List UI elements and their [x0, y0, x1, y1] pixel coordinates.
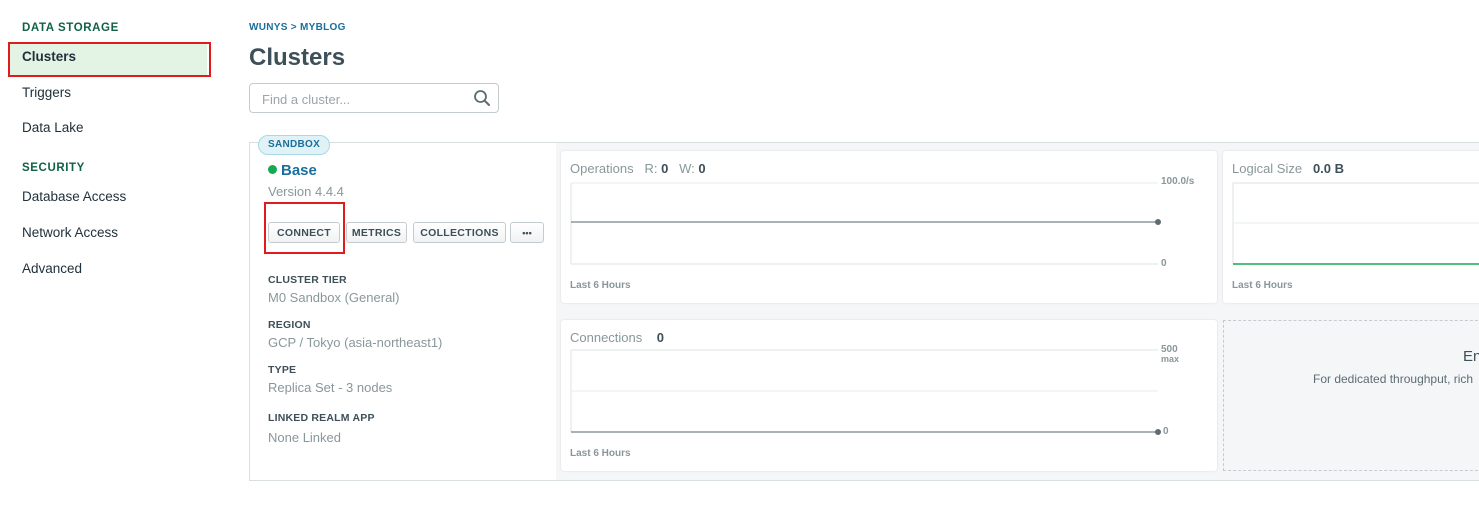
operations-y-max: 100.0/s [1161, 176, 1195, 187]
connections-series-point [1155, 429, 1161, 435]
upsell-panel: En For dedicated throughput, rich [1223, 320, 1479, 471]
sidebar-item-advanced[interactable]: Advanced [22, 261, 82, 276]
sidebar-item-database-access[interactable]: Database Access [22, 189, 126, 204]
collections-button[interactable]: COLLECTIONS [413, 222, 506, 243]
cluster-tier-value: M0 Sandbox (General) [268, 290, 400, 305]
upsell-title: En [1463, 348, 1479, 365]
connect-button[interactable]: CONNECT [268, 222, 340, 243]
connections-y-max-sub: max [1161, 354, 1180, 364]
linked-realm-app-label: LINKED REALM APP [268, 412, 375, 424]
page-title: Clusters [249, 44, 346, 71]
region-label: REGION [268, 319, 311, 331]
type-value: Replica Set - 3 nodes [268, 380, 393, 395]
logical-size-footer: Last 6 Hours [1232, 280, 1293, 291]
status-dot-icon [268, 165, 277, 174]
operations-y-min: 0 [1161, 258, 1167, 269]
more-options-button[interactable]: ••• [510, 222, 544, 243]
search-icon[interactable] [473, 89, 491, 107]
operations-series-point [1155, 219, 1161, 225]
sidebar-item-triggers[interactable]: Triggers [22, 85, 71, 100]
logical-size-panel[interactable]: Logical Size 0.0 B Last 6 Hours [1223, 151, 1479, 303]
cluster-version: Version 4.4.4 [268, 184, 344, 199]
type-label: TYPE [268, 364, 297, 376]
operations-chart [570, 182, 1161, 265]
sidebar-item-data-lake[interactable]: Data Lake [22, 120, 84, 135]
sandbox-badge: SANDBOX [258, 135, 331, 155]
connections-y-min: 0 [1163, 426, 1169, 437]
linked-realm-app-value: None Linked [268, 430, 341, 445]
operations-footer: Last 6 Hours [570, 280, 631, 291]
cluster-name: Base [281, 162, 317, 179]
region-value: GCP / Tokyo (asia-northeast1) [268, 335, 443, 350]
operations-panel[interactable]: Operations R: 0 W: 0 100.0/s 0 Last 6 Ho… [561, 151, 1217, 303]
upsell-text: For dedicated throughput, rich [1313, 372, 1474, 386]
sidebar: DATA STORAGE Clusters Triggers Data Lake… [0, 0, 222, 521]
cluster-name-link[interactable]: Base [268, 162, 317, 179]
metrics-button[interactable]: METRICS [346, 222, 407, 243]
sidebar-item-network-access[interactable]: Network Access [22, 225, 118, 240]
data-storage-heading: DATA STORAGE [22, 22, 119, 34]
cluster-search [249, 83, 499, 114]
search-input[interactable] [250, 84, 474, 114]
breadcrumb[interactable]: WUNYS > MYBLOG [249, 22, 346, 33]
sidebar-item-clusters[interactable]: Clusters [10, 43, 207, 75]
connections-panel[interactable]: Connections 0 500 max 0 Last 6 Hours [561, 320, 1217, 471]
cluster-tier-label: CLUSTER TIER [268, 274, 347, 286]
security-heading: SECURITY [22, 162, 85, 174]
connections-chart [570, 349, 1161, 435]
connections-footer: Last 6 Hours [570, 448, 631, 459]
